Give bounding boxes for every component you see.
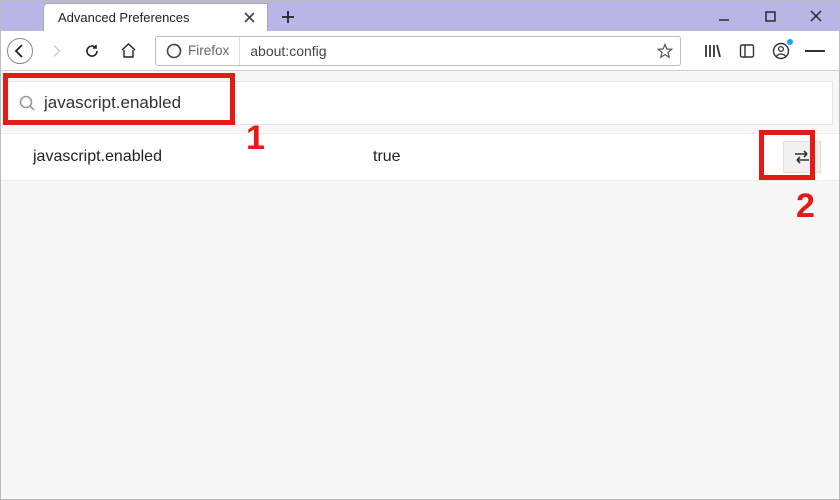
toggle-icon — [793, 149, 811, 165]
identity-label: Firefox — [188, 43, 229, 58]
preference-name: javascript.enabled — [33, 148, 373, 166]
identity-box[interactable]: Firefox — [156, 37, 240, 65]
firefox-logo-icon — [166, 43, 182, 59]
menu-button[interactable] — [805, 41, 825, 61]
preference-search-input[interactable] — [44, 93, 822, 113]
search-icon — [18, 94, 36, 112]
new-tab-button[interactable] — [274, 3, 302, 31]
titlebar: Advanced Preferences — [1, 1, 839, 31]
nav-toolbar: Firefox about:config — [1, 31, 839, 71]
url-text[interactable]: about:config — [240, 43, 650, 59]
window-controls — [701, 1, 839, 31]
forward-button — [43, 38, 69, 64]
browser-tab[interactable]: Advanced Preferences — [43, 3, 268, 31]
preference-row[interactable]: javascript.enabled true — [1, 133, 839, 181]
account-button[interactable] — [771, 41, 791, 61]
notification-dot-icon — [787, 39, 793, 45]
library-button[interactable] — [703, 41, 723, 61]
sidebar-button[interactable] — [737, 41, 757, 61]
back-button[interactable] — [7, 38, 33, 64]
tab-close-button[interactable] — [241, 10, 257, 26]
url-bar[interactable]: Firefox about:config — [155, 36, 681, 66]
preference-toggle-button[interactable] — [783, 141, 821, 173]
preference-value: true — [373, 148, 783, 166]
tab-title: Advanced Preferences — [58, 10, 233, 25]
preference-search-bar[interactable] — [7, 81, 833, 125]
toolbar-right — [695, 41, 833, 61]
window-minimize-button[interactable] — [701, 1, 747, 31]
window-maximize-button[interactable] — [747, 1, 793, 31]
bookmark-star-button[interactable] — [650, 43, 680, 59]
reload-button[interactable] — [79, 38, 105, 64]
home-button[interactable] — [115, 38, 141, 64]
window-close-button[interactable] — [793, 1, 839, 31]
content-area: javascript.enabled true — [1, 71, 839, 499]
